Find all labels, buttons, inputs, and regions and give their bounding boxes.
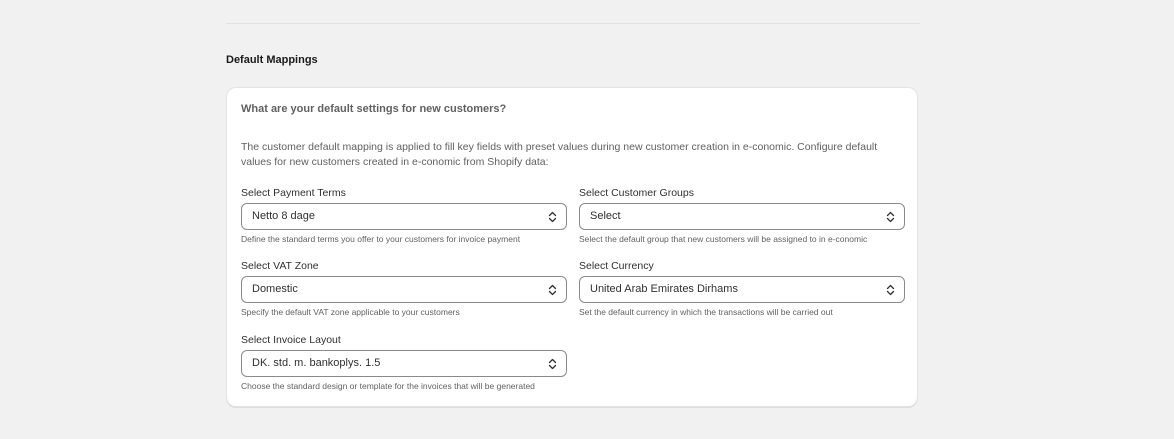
invoice-layout-help: Choose the standard design or template f… [241, 381, 535, 391]
vat-zone-label: Select VAT Zone [241, 260, 319, 272]
vat-zone-field: Select VAT Zone Domestic Specify the def… [241, 259, 567, 318]
default-mappings-card: What are your default settings for new c… [226, 87, 918, 407]
customer-groups-label: Select Customer Groups [579, 187, 694, 199]
invoice-layout-label: Select Invoice Layout [241, 334, 341, 346]
currency-label: Select Currency [579, 260, 654, 272]
card-question: What are your default settings for new c… [241, 103, 507, 115]
currency-select[interactable]: United Arab Emirates Dirhams [579, 276, 905, 303]
payment-terms-select[interactable]: Netto 8 dage [241, 203, 567, 230]
payment-terms-help: Define the standard terms you offer to y… [241, 234, 521, 244]
payment-terms-label: Select Payment Terms [241, 187, 346, 199]
customer-groups-select[interactable]: Select [579, 203, 905, 230]
chevron-up-down-icon [886, 211, 895, 223]
card-description: The customer default mapping is applied … [241, 141, 878, 168]
currency-help: Set the default currency in which the tr… [579, 307, 833, 317]
invoice-layout-value: DK. std. m. bankoplys. 1.5 [252, 357, 381, 369]
payment-terms-value: Netto 8 dage [252, 210, 315, 222]
chevron-up-down-icon [886, 284, 895, 296]
top-divider [226, 23, 920, 24]
currency-field: Select Currency United Arab Emirates Dir… [579, 259, 905, 318]
vat-zone-help: Specify the default VAT zone applicable … [241, 307, 460, 317]
customer-groups-help: Select the default group that new custom… [579, 234, 868, 244]
payment-terms-field: Select Payment Terms Netto 8 dage Define… [241, 186, 567, 245]
chevron-up-down-icon [548, 284, 557, 296]
invoice-layout-field: Select Invoice Layout DK. std. m. bankop… [241, 333, 567, 392]
vat-zone-value: Domestic [252, 283, 298, 295]
section-title: Default Mappings [226, 54, 318, 66]
chevron-up-down-icon [548, 211, 557, 223]
invoice-layout-select[interactable]: DK. std. m. bankoplys. 1.5 [241, 350, 567, 377]
chevron-up-down-icon [548, 358, 557, 370]
vat-zone-select[interactable]: Domestic [241, 276, 567, 303]
customer-groups-field: Select Customer Groups Select Select the… [579, 186, 905, 245]
customer-groups-value: Select [590, 210, 621, 222]
currency-value: United Arab Emirates Dirhams [590, 283, 738, 295]
